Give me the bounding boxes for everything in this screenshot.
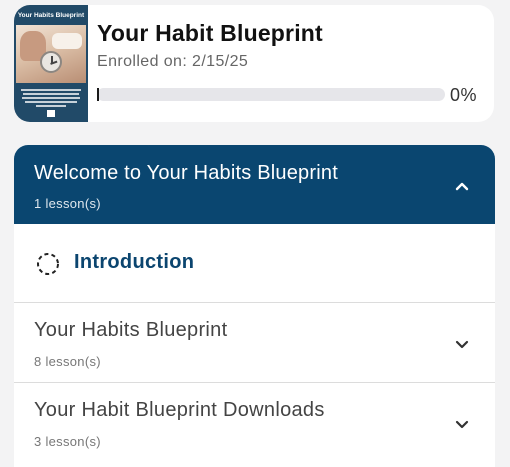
thumbnail-photo: [16, 25, 86, 83]
thumbnail-pillow-shape: [52, 33, 82, 49]
enrolled-date: Enrolled on: 2/15/25: [97, 53, 249, 70]
section-title: Your Habit Blueprint Downloads: [34, 399, 325, 421]
incomplete-circle-icon: [37, 253, 59, 275]
course-title: Your Habit Blueprint: [97, 20, 323, 46]
progress-bar-start-marker: [97, 88, 99, 101]
course-card: Your Habits Blueprint Your Habit Bluepri…: [14, 5, 494, 122]
progress-percent: 0%: [450, 85, 478, 105]
section-lesson-count: 8 lesson(s): [34, 354, 101, 369]
section-header-welcome[interactable]: Welcome to Your Habits Blueprint 1 lesso…: [14, 145, 495, 224]
section-header-downloads[interactable]: Your Habit Blueprint Downloads 3 lesson(…: [14, 383, 495, 463]
section-title: Welcome to Your Habits Blueprint: [34, 162, 338, 184]
alarm-clock-icon: [40, 51, 62, 73]
section-title: Your Habits Blueprint: [34, 319, 228, 341]
chevron-up-icon[interactable]: [453, 177, 471, 195]
lesson-item-introduction[interactable]: Introduction: [14, 224, 495, 303]
lesson-title: Introduction: [74, 251, 195, 273]
chevron-down-icon[interactable]: [453, 415, 471, 433]
section-lesson-count: 1 lesson(s): [34, 196, 101, 211]
thumbnail-text-lines: [20, 89, 82, 109]
course-thumbnail[interactable]: Your Habits Blueprint: [14, 5, 88, 122]
thumbnail-logo-icon: [47, 110, 55, 117]
thumbnail-title: Your Habits Blueprint: [17, 12, 85, 19]
section-header-habits-blueprint[interactable]: Your Habits Blueprint 8 lesson(s): [14, 303, 495, 383]
section-lesson-count: 3 lesson(s): [34, 434, 101, 449]
course-sections-accordion: Welcome to Your Habits Blueprint 1 lesso…: [14, 145, 495, 467]
progress-bar: [97, 88, 445, 101]
chevron-down-icon[interactable]: [453, 335, 471, 353]
